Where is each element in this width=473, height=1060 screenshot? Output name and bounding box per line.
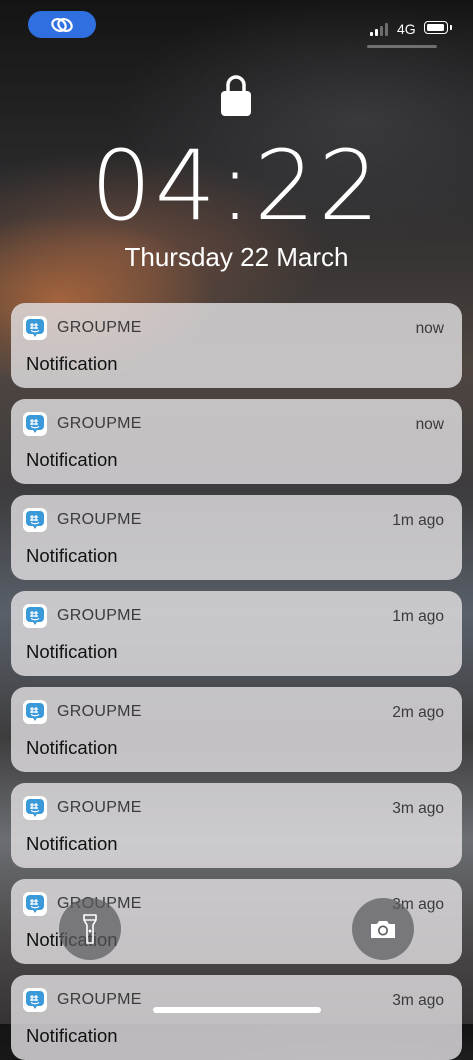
link-icon [51,17,73,32]
notification-body: Notification [26,449,118,470]
notification-card[interactable]: GROUPME 1m ago Notification [11,591,462,676]
notification-body: Notification [26,1025,118,1046]
notification-time: 1m ago [392,512,444,529]
notification-app-name: GROUPME [57,703,142,720]
screen-mirroring-pill[interactable] [28,11,96,38]
groupme-icon [23,508,47,532]
groupme-icon [23,796,47,820]
notification-card[interactable]: GROUPME 3m ago Notification [11,783,462,868]
notification-body: Notification [26,641,118,662]
groupme-icon [23,412,47,436]
notification-app-name: GROUPME [57,511,142,528]
notification-time: now [415,416,444,433]
network-type: 4G [397,21,416,37]
flashlight-button[interactable] [59,898,121,960]
flashlight-icon [83,914,97,944]
notification-time: 1m ago [392,608,444,625]
notification-card[interactable]: GROUPME 1m ago Notification [11,495,462,580]
groupme-icon [23,892,47,916]
notification-app-name: GROUPME [57,607,142,624]
clock-time: 04:22 [90,130,383,242]
notification-app-name: GROUPME [57,799,142,816]
notification-time: now [415,320,444,337]
notification-app-name: GROUPME [57,415,142,432]
clock-date: Thursday 22 March [124,242,349,272]
groupme-icon [23,604,47,628]
groupme-icon [23,988,47,1012]
notification-card[interactable]: GROUPME now Notification [11,399,462,484]
notification-app-name: GROUPME [57,991,142,1008]
home-indicator[interactable] [153,1007,321,1013]
battery-icon [424,21,452,34]
lock-icon [221,75,251,116]
groupme-icon [23,316,47,340]
notification-body: Notification [26,353,118,374]
notification-body: Notification [26,545,118,566]
notification-app-name: GROUPME [57,319,142,336]
notification-time: 3m ago [392,800,444,817]
control-center-hint[interactable] [367,45,437,48]
notification-card[interactable]: GROUPME 3m ago Notification [11,975,462,1060]
notification-card[interactable]: GROUPME now Notification [11,303,462,388]
notification-time: 3m ago [392,992,444,1009]
camera-button[interactable] [352,898,414,960]
notification-body: Notification [26,737,118,758]
status-bar: 4G [0,0,473,52]
groupme-icon [23,700,47,724]
cellular-signal-icon [370,22,392,36]
notification-body: Notification [26,833,118,854]
notification-time: 2m ago [392,704,444,721]
notification-card[interactable]: GROUPME 2m ago Notification [11,687,462,772]
camera-icon [371,921,395,938]
